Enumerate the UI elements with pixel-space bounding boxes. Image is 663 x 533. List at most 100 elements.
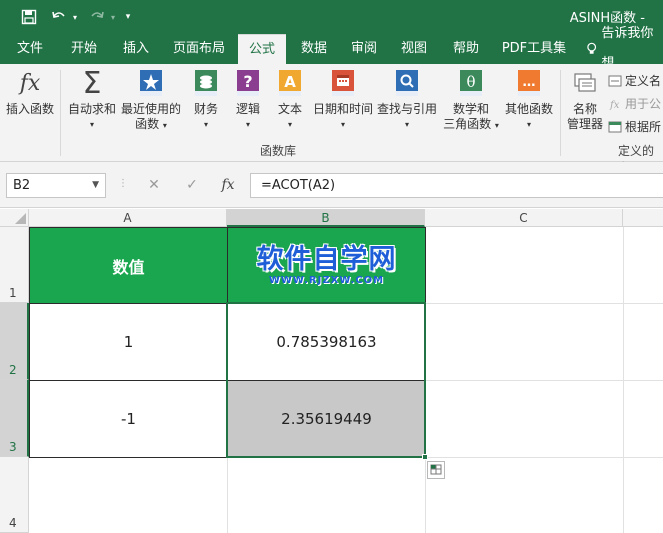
cell-a2[interactable]: 1 [29,303,228,381]
fill-handle[interactable] [422,454,428,460]
enter-icon[interactable]: ✓ [180,174,204,196]
tab-data[interactable]: 数据 [290,34,338,64]
text-label: 文本 [277,102,302,116]
autosum-button[interactable]: Σ 自动求和 ▾ [66,68,118,132]
define-name-label: 定义名 [625,74,662,88]
column-header-a[interactable]: A [29,209,227,227]
name-manager-button[interactable]: 名称 管理器 [562,68,608,132]
more-functions-button[interactable]: … 其他函数 ▾ [502,68,556,132]
chevron-down-icon: ▾ [526,120,531,129]
tab-file[interactable]: 文件 [8,34,52,64]
cell-b2[interactable]: 0.785398163 [227,303,426,381]
ribbon-separator [60,70,61,156]
chevron-down-icon: ▾ [162,121,167,130]
text-book-icon: A [275,68,305,98]
star-book-icon [136,68,166,98]
autosum-label: 自动求和 [67,102,116,116]
calendar-book-icon [328,68,358,98]
create-from-selection-button[interactable]: 根据所 [608,118,661,135]
tab-page-layout[interactable]: 页面布局 [166,34,232,64]
tab-home[interactable]: 开始 [60,34,108,64]
column-header-b[interactable]: B [227,209,425,227]
chevron-down-icon[interactable]: ▼ [92,174,99,197]
finance-book-icon [191,68,221,98]
formula-input[interactable]: =ACOT(A2) [250,173,663,198]
svg-text:A: A [284,73,296,91]
cell-a3[interactable]: -1 [29,380,228,458]
tell-me-search[interactable]: 告诉我你想 [586,26,663,71]
drag-handle-icon[interactable]: ⋮ [118,178,128,189]
name-box-value: B2 [13,178,31,193]
chevron-down-icon: ▾ [340,120,345,129]
insert-function-label: 插入函数 [5,102,54,116]
chevron-down-icon: ▾ [494,121,499,130]
chevron-down-icon: ▾ [245,120,250,129]
insert-function-button[interactable]: fx 插入函数 [4,68,56,117]
tab-insert[interactable]: 插入 [112,34,160,64]
logical-button[interactable]: ? 逻辑 ▾ [228,68,268,132]
use-in-formula-label: 用于公 [625,97,662,111]
row-header-1[interactable]: 1 [0,227,29,303]
title-bar: ▾ ▾ ▾ ASINH函数 - [0,0,663,34]
watermark-main: 软件自学网 [256,244,397,275]
math-book-icon: θ [456,68,486,98]
lookup-reference-label: 查找与引用 [376,102,437,116]
cell-a1[interactable]: 数值 [29,227,228,304]
quick-analysis-icon [430,464,442,475]
tab-view[interactable]: 视图 [390,34,438,64]
gridline [227,457,228,533]
function-library-label: 函数库 [260,144,297,158]
tab-formulas[interactable]: 公式 [238,34,286,64]
define-name-button[interactable]: 定义名 [608,72,661,89]
more-functions-label: 其他函数 [504,102,553,116]
recently-used-button[interactable]: 最近使用的 函数 ▾ [120,68,182,133]
insert-function-icon[interactable]: fx [216,174,240,196]
math-trig-label: 数学和 [452,102,489,116]
save-icon[interactable] [18,6,40,28]
math-trig-button[interactable]: θ 数学和 三角函数 ▾ [440,68,502,133]
name-manager-icon [570,68,600,98]
name-box[interactable]: B2 ▼ [6,173,106,198]
column-header-d[interactable] [623,209,663,227]
recently-used-label: 最近使用的 [120,102,181,116]
formula-bar: B2 ▼ ⋮ ✕ ✓ fx =ACOT(A2) [0,162,663,208]
name-manager-label-2: 管理器 [566,117,603,131]
redo-dropdown-icon[interactable]: ▾ [108,6,118,28]
tab-review[interactable]: 审阅 [340,34,388,64]
cancel-icon[interactable]: ✕ [142,174,166,196]
text-button[interactable]: A 文本 ▾ [270,68,310,132]
redo-icon[interactable] [86,6,108,28]
undo-dropdown-icon[interactable]: ▾ [70,6,80,28]
lookup-reference-button[interactable]: 查找与引用 ▾ [376,68,438,132]
svg-text:fx: fx [609,100,620,110]
svg-text:?: ? [243,72,252,91]
ribbon-formulas: fx 插入函数 Σ 自动求和 ▾ 最近使用的 函数 ▾ 财务 ▾ ? 逻辑 ▾ … [0,64,663,175]
undo-icon[interactable] [48,6,70,28]
cell-b3[interactable]: 2.35619449 [227,380,426,458]
row-header-3[interactable]: 3 [0,380,29,457]
ribbon-tabs: 文件 开始 插入 页面布局 公式 数据 审阅 视图 帮助 PDF工具集 告诉我你… [0,26,663,71]
logic-book-icon: ? [233,68,263,98]
date-time-button[interactable]: 日期和时间 ▾ [312,68,374,132]
tab-pdf-tools[interactable]: PDF工具集 [496,34,572,64]
tab-help[interactable]: 帮助 [442,34,490,64]
create-from-selection-icon [608,121,622,132]
row-header-4[interactable]: 4 [0,457,29,533]
ribbon-separator [560,70,561,156]
cell-b1[interactable]: 软件自学网 WWW.RJZXW.COM [227,227,426,304]
lightbulb-icon [587,42,597,54]
row-number: 2 [9,363,17,377]
column-header-c[interactable]: C [425,209,623,227]
select-all-corner[interactable] [0,209,29,227]
create-from-selection-label: 根据所 [625,120,662,134]
customize-qat-icon[interactable]: ▾ [122,6,134,28]
quick-analysis-button[interactable] [427,461,445,479]
row-number: 1 [9,286,17,300]
financial-label: 财务 [193,102,218,116]
svg-text:θ: θ [466,73,475,91]
row-header-2[interactable]: 2 [0,303,29,380]
use-in-formula-button[interactable]: fx 用于公 [608,95,661,112]
row-number: 4 [9,516,17,530]
chevron-down-icon: ▾ [203,120,208,129]
financial-button[interactable]: 财务 ▾ [186,68,226,132]
